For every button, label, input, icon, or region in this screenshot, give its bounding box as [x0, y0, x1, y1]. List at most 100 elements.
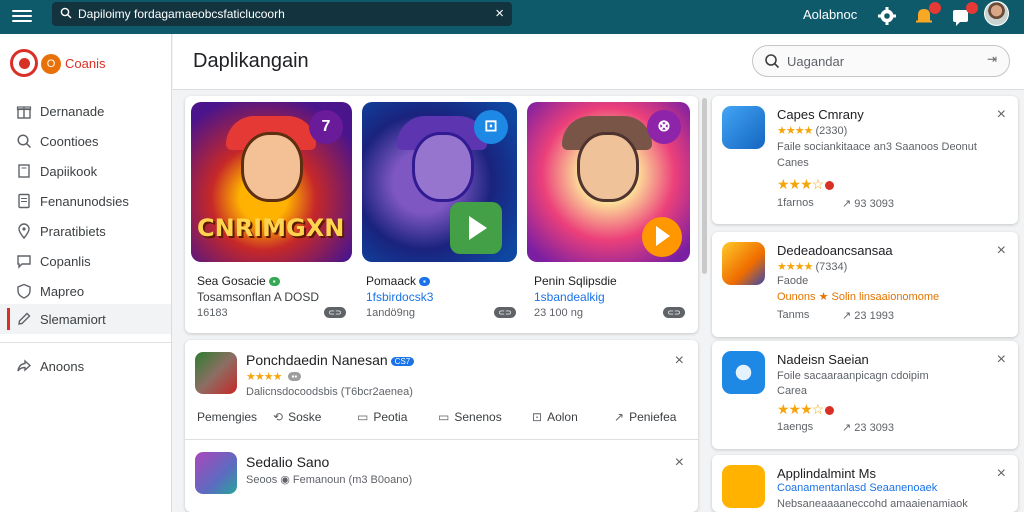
action-aolon[interactable]: ⊡ Aolon — [532, 410, 578, 424]
share-icon: ↗ — [842, 198, 855, 210]
app-footer-right[interactable]: ↗ 23 1993 — [842, 309, 894, 322]
sidebar-item-label: Slemamiort — [40, 312, 106, 327]
comment-icon: ▭ — [357, 410, 369, 424]
app-name: Ponchdaedin Nanesan CS7 — [246, 352, 415, 368]
gift-icon — [16, 106, 32, 119]
sidebar-item-anoons[interactable]: Anoons — [0, 351, 171, 381]
search-icon — [765, 54, 780, 69]
sidebar-item-coontioes[interactable]: Coontioes — [0, 126, 171, 156]
featured-app-subtitle: 1fsbirdocsk3 — [366, 290, 434, 304]
close-icon[interactable]: × — [997, 106, 1006, 124]
app-icon — [722, 242, 765, 285]
action-senenos[interactable]: ▭ Senenos — [438, 410, 502, 424]
search-placeholder: Uagandar — [787, 54, 845, 69]
app-category: Nebsaneaaaaneccohd amaaienamiaok — [777, 498, 968, 510]
featured-app-tile[interactable]: ⊗ — [527, 102, 690, 262]
page-title: Daplikangain — [193, 50, 309, 72]
address-bar[interactable]: Dapiloimy fordagamaeobcsfaticlucoorh × — [52, 2, 512, 26]
featured-app-meta: 23 100 ng — [534, 307, 583, 319]
app-description: Faode — [777, 275, 809, 287]
sidebar-item-label: Praratibiets — [40, 224, 106, 239]
sidebar-item-copanlis[interactable]: Copanlis — [0, 246, 171, 276]
sidebar-divider — [0, 342, 171, 343]
sidebar-item-dapiikook[interactable]: Dapiikook — [0, 156, 171, 186]
list-item[interactable]: Ponchdaedin Nanesan CS7 ★★★★ ▪▪ Dalicnsdo… — [185, 340, 698, 440]
app-title: Applindalmint Ms — [777, 466, 876, 481]
app-rating-small: ★★★★ (7334) — [777, 261, 848, 273]
app-meta: Seoos ◉ Femanoun (m3 B0oano) — [246, 474, 413, 486]
rating-badge-icon — [825, 181, 835, 190]
sidebar-item-label: Anoons — [40, 359, 85, 374]
app-tag: CS7 — [390, 357, 415, 366]
download-icon[interactable]: ⊂⊃ — [324, 307, 346, 318]
avatar[interactable] — [984, 1, 1009, 26]
action-pemengies[interactable]: Pemengies — [197, 410, 257, 424]
sidebar-item-praratibiets[interactable]: Praratibiets — [0, 216, 171, 246]
top-app-bar: Dapiloimy fordagamaeobcsfaticlucoorh × A… — [0, 0, 1024, 34]
close-icon[interactable]: × — [675, 352, 684, 370]
character-face-shape — [412, 132, 474, 202]
app-title: Dedeadoancsansaa — [777, 243, 893, 258]
search-input[interactable]: Uagandar ⇥ — [752, 45, 1010, 77]
action-soske[interactable]: ⟲ Soske — [273, 410, 321, 424]
play-icon — [642, 217, 682, 257]
message-badge — [966, 2, 978, 14]
app-name[interactable]: Sedalio Sano — [246, 454, 329, 470]
settings-icon[interactable] — [876, 5, 898, 27]
sidebar-item-dernanade[interactable]: Dernanade — [0, 96, 171, 126]
url-text: Dapiloimy fordagamaeobcsfaticlucoorh — [78, 7, 285, 21]
app-description: Foile sacaaraanpicagn cdoipim — [777, 370, 929, 382]
close-icon[interactable]: × — [997, 351, 1006, 369]
refresh-icon: ⟲ — [273, 410, 284, 424]
app-meta: Dalicnsdocoodsbis (T6bcr2aenea) — [246, 386, 413, 398]
action-peotia[interactable]: ▭ Peotia — [357, 410, 407, 424]
sidebar-item-fenanunodsies[interactable]: Fenanunodsies — [0, 186, 171, 216]
sidebar-item-mapreo[interactable]: Mapreo — [0, 276, 171, 306]
app-footer-right[interactable]: ↗ 93 3093 — [842, 197, 894, 210]
app-detail-card[interactable]: Capes Cmrany ★★★★ (2330) Faile sociankit… — [712, 96, 1018, 224]
download-icon[interactable]: ⊂⊃ — [663, 307, 685, 318]
edit-icon — [18, 312, 31, 325]
app-detail-card[interactable]: Nadeisn Saeian Foile sacaaraanpicagn cdo… — [712, 341, 1018, 449]
chat-icon: ▭ — [438, 410, 450, 424]
app-description: Coanamentanlasd Seaanenoaek — [777, 482, 938, 494]
notification-bell-icon[interactable] — [913, 2, 941, 27]
share-icon: ↗ — [614, 410, 625, 424]
action-peniefea[interactable]: ↗ Peniefea — [614, 410, 676, 424]
close-icon[interactable]: × — [675, 454, 684, 472]
character-face-shape — [577, 132, 639, 202]
app-category: Carea — [777, 385, 807, 397]
app-badge-icon: 7 — [309, 110, 343, 144]
app-footer-right[interactable]: ↗ 23 3093 — [842, 421, 894, 434]
featured-app-name[interactable]: Penin Sqlipsdie — [534, 274, 617, 288]
sidebar-item-label: Mapreo — [40, 284, 85, 299]
featured-app-tile[interactable]: 7 CNRIMGXN — [191, 102, 352, 262]
featured-app-meta: 16183 — [197, 307, 228, 319]
featured-app-name[interactable]: Sea Gosacie ▪ — [197, 274, 280, 288]
sidebar: O Coanis Dernanade Coontioes Dapiikook F… — [0, 34, 172, 512]
featured-app-tile[interactable]: ⊡ — [362, 102, 517, 262]
app-icon — [722, 106, 765, 149]
close-icon[interactable]: × — [997, 242, 1006, 260]
app-tag: ▪ — [268, 277, 280, 286]
sidebar-item-label: Dapiikook — [40, 164, 98, 179]
search-icon — [17, 134, 32, 149]
app-icon — [195, 352, 237, 394]
sidebar-item-slemamiort[interactable]: Slemamiort — [0, 304, 171, 334]
rating-badge-icon — [825, 406, 835, 415]
download-icon[interactable]: ⊂⊃ — [494, 307, 516, 318]
sidebar-item-label: Fenanunodsies — [40, 194, 129, 209]
scrollbar[interactable] — [702, 98, 707, 274]
close-icon[interactable]: × — [495, 5, 504, 22]
app-badge-icon: ⊡ — [474, 110, 508, 144]
close-icon[interactable]: × — [997, 465, 1006, 483]
menu-icon[interactable] — [12, 7, 32, 27]
app-icon — [722, 465, 765, 508]
sidebar-item-label: Coontioes — [40, 134, 99, 149]
app-detail-card[interactable]: Dedeadoancsansaa ★★★★ (7334) Faode Ounon… — [712, 232, 1018, 337]
user-name[interactable]: Aolabnoc — [803, 7, 857, 22]
featured-app-name[interactable]: Pomaack ▪ — [366, 274, 430, 288]
send-icon[interactable]: ⇥ — [987, 52, 997, 66]
app-detail-card[interactable]: Applindalmint Ms Coanamentanlasd Seaanen… — [712, 455, 1018, 512]
message-icon[interactable] — [950, 2, 978, 27]
